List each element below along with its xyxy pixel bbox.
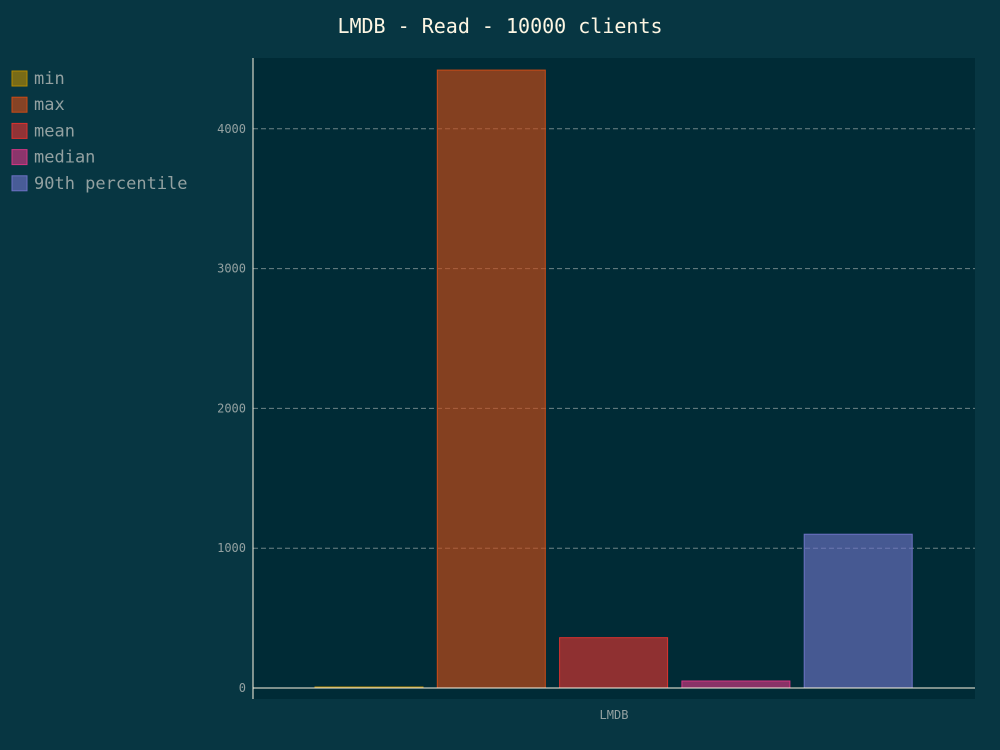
- legend-item: median: [11, 148, 95, 168]
- y-tick-label: 3000: [217, 262, 246, 276]
- y-tick-label: 4000: [217, 122, 246, 136]
- legend: min max mean median 90th percentile: [11, 69, 188, 194]
- legend-swatch: [11, 96, 28, 113]
- chart-title: LMDB - Read - 10000 clients: [337, 14, 662, 38]
- legend-label: max: [34, 95, 65, 115]
- legend-label: median: [34, 148, 95, 168]
- x-tick-label: LMDB: [600, 708, 629, 722]
- chart-root: LMDB - Read - 10000 clients 0 1000 2000 300…: [0, 0, 1000, 750]
- y-tick-label: 0: [239, 681, 246, 695]
- legend-item: 90th percentile: [11, 174, 188, 194]
- legend-label: 90th percentile: [34, 174, 188, 194]
- y-tick-label: 1000: [217, 541, 246, 555]
- legend-swatch: [11, 70, 28, 87]
- bar-90th-percentile: [803, 533, 913, 689]
- bar-median: [681, 680, 791, 689]
- bar-mean: [559, 637, 669, 689]
- legend-item: min: [11, 69, 65, 89]
- legend-swatch: [11, 149, 28, 166]
- legend-swatch: [11, 122, 28, 139]
- legend-label: min: [34, 69, 65, 89]
- chart-canvas: LMDB - Read - 10000 clients 0 1000 2000 300…: [11, 14, 975, 722]
- legend-item: max: [11, 95, 65, 115]
- bar-max: [436, 69, 546, 689]
- x-tick-labels: LMDB: [600, 708, 629, 722]
- legend-swatch: [11, 175, 28, 192]
- y-tick-label: 2000: [217, 401, 246, 415]
- y-tick-labels: 0 1000 2000 3000 4000: [217, 122, 246, 695]
- legend-item: mean: [11, 121, 75, 141]
- legend-label: mean: [34, 121, 75, 141]
